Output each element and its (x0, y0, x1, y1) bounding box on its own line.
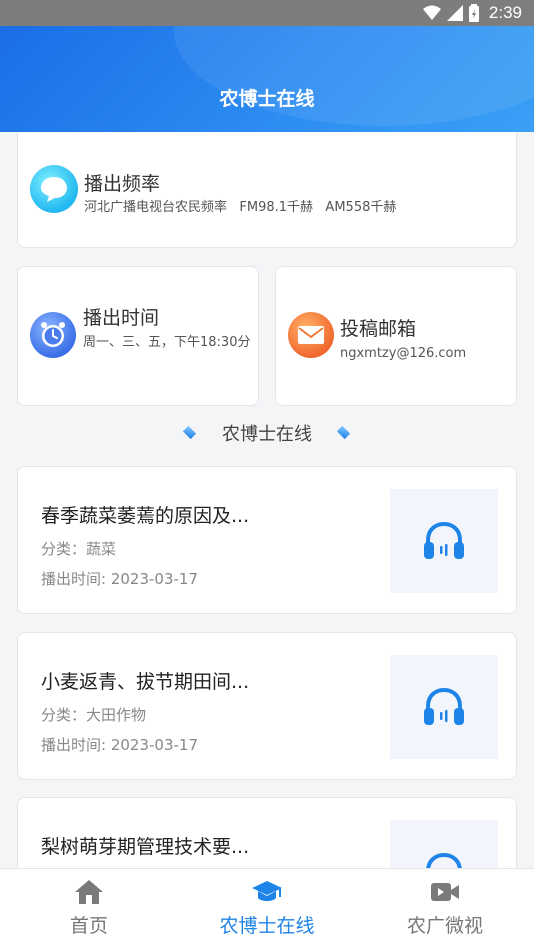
section-header: 农博士在线 (0, 418, 534, 448)
diamond-right-icon (336, 427, 352, 439)
chat-bubble-icon (30, 165, 78, 213)
battery-icon (468, 4, 479, 22)
video-camera-icon (429, 877, 461, 907)
home-icon (73, 877, 105, 907)
mail-icon (288, 312, 334, 358)
broadcast-time-detail: 周一、三、五，下午18:30分 (83, 335, 251, 350)
diamond-left-icon (182, 427, 198, 439)
program-date: 播出时间: 2023-03-17 (41, 736, 198, 754)
broadcast-time-title: 播出时间 (83, 307, 160, 329)
frequency-card: 播出频率 河北广播电视台农民频率 FM98.1千赫 AM558千赫 (17, 132, 517, 248)
bottom-tab-bar: 首页 农博士在线 农广微视 (0, 868, 534, 950)
alarm-clock-icon (30, 312, 76, 358)
program-category: 分类：蔬菜 (41, 540, 117, 558)
program-category: 分类：大田作物 (41, 706, 147, 724)
headphones-icon (424, 687, 464, 725)
program-date: 播出时间: 2023-03-17 (41, 570, 198, 588)
tab-home[interactable]: 首页 (0, 869, 178, 950)
frequency-title: 播出频率 (84, 173, 161, 195)
signal-icon (446, 5, 463, 21)
app-header: 农博士在线 (0, 26, 534, 132)
wifi-icon (422, 5, 441, 20)
program-title: 梨树萌芽期管理技术要... (41, 836, 250, 858)
program-thumbnail[interactable] (390, 655, 498, 759)
program-item[interactable]: 小麦返青、拔节期田间... 分类：大田作物 播出时间: 2023-03-17 (17, 632, 517, 780)
graduation-cap-icon (251, 877, 283, 907)
email-title: 投稿邮箱 (340, 318, 417, 340)
program-item[interactable]: 春季蔬菜萎蔫的原因及... 分类：蔬菜 播出时间: 2023-03-17 (17, 466, 517, 614)
page-title: 农博士在线 (219, 88, 315, 110)
program-title: 小麦返青、拔节期田间... (41, 671, 250, 693)
status-bar: 2:39 (0, 0, 534, 26)
section-title: 农博士在线 (222, 424, 312, 445)
tab-micro-video-label: 农广微视 (406, 915, 483, 937)
tab-expert-online[interactable]: 农博士在线 (178, 869, 356, 950)
broadcast-time-card: 播出时间 周一、三、五，下午18:30分 (17, 266, 259, 406)
program-thumbnail[interactable] (390, 489, 498, 593)
email-address[interactable]: ngxmtzy@126.com (340, 343, 466, 365)
tab-home-label: 首页 (69, 915, 108, 937)
email-card: 投稿邮箱 ngxmtzy@126.com (275, 266, 517, 406)
tab-expert-online-label: 农博士在线 (219, 915, 315, 937)
frequency-detail: 河北广播电视台农民频率 FM98.1千赫 AM558千赫 (84, 200, 397, 215)
status-icons: 2:39 (422, 3, 522, 23)
tab-micro-video[interactable]: 农广微视 (356, 869, 534, 950)
status-time: 2:39 (488, 3, 522, 22)
header-decoration (174, 26, 534, 126)
program-title: 春季蔬菜萎蔫的原因及... (41, 505, 250, 527)
headphones-icon (424, 521, 464, 559)
